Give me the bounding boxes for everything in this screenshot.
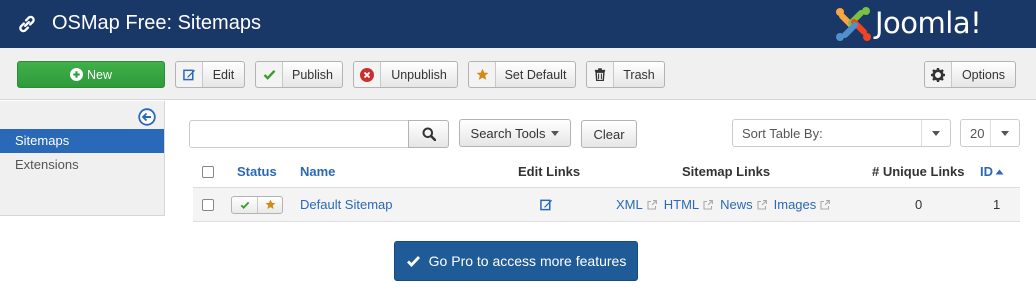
html-link-label: HTML [663, 197, 700, 212]
go-pro-button[interactable]: Go Pro to access more features [394, 241, 638, 281]
search-tools-label: Search Tools [470, 125, 546, 141]
check-icon [256, 62, 283, 87]
images-sitemap-link[interactable]: Images [774, 197, 831, 212]
link-icon [19, 15, 35, 33]
edit-button[interactable]: Edit [175, 61, 245, 88]
column-unique-links: # Unique Links [872, 164, 965, 179]
unique-links-count: 0 [915, 197, 923, 212]
xml-sitemap-link[interactable]: XML [616, 197, 657, 212]
toolbar: New Edit Publish Unpublish Set Default T… [0, 48, 1036, 100]
set-default-button[interactable]: Set Default [468, 61, 576, 88]
external-link-icon [703, 199, 714, 210]
options-button[interactable]: Options [924, 61, 1016, 88]
search-button[interactable] [408, 120, 449, 148]
trash-button[interactable]: Trash [586, 61, 665, 88]
collapse-sidebar-icon[interactable] [138, 108, 156, 126]
unpublish-button[interactable]: Unpublish [353, 61, 458, 88]
joomla-logo: Joomla! [833, 4, 1023, 44]
clear-button[interactable]: Clear [581, 120, 637, 148]
column-name[interactable]: Name [300, 156, 335, 187]
new-button-label: New [86, 67, 112, 82]
options-button-label: Options [961, 67, 1006, 82]
column-id-label: ID [980, 164, 993, 179]
limit-select-value: 20 [970, 126, 985, 141]
star-icon [469, 62, 496, 87]
row-checkbox[interactable] [202, 188, 214, 221]
joomla-logo-text: Joomla! [875, 6, 982, 40]
edit-icon [540, 199, 553, 211]
status-buttons [231, 188, 283, 221]
sitemap-id: 1 [993, 197, 1001, 212]
sidebar-item-sitemaps[interactable]: Sitemaps [0, 129, 164, 153]
sort-select-value: Sort Table By: [742, 126, 823, 141]
select-all-checkbox[interactable] [202, 156, 214, 187]
trash-button-label: Trash [623, 67, 655, 82]
published-toggle[interactable] [232, 197, 257, 213]
external-link-icon [820, 199, 831, 210]
sitemap-name-link[interactable]: Default Sitemap [300, 188, 393, 221]
unpublish-button-label: Unpublish [391, 67, 447, 82]
external-link-icon [757, 199, 767, 210]
search-icon [422, 127, 436, 141]
external-link-icon [647, 199, 657, 210]
xml-link-label: XML [616, 197, 643, 212]
new-button[interactable]: New [17, 61, 165, 88]
table-header: Status Name Edit Links Sitemap Links # U… [193, 156, 1020, 188]
limit-select[interactable]: 20 [960, 119, 1020, 147]
column-edit-links: Edit Links [518, 164, 581, 179]
go-pro-label: Go Pro to access more features [428, 253, 627, 269]
gear-icon [925, 62, 952, 87]
caret-down-icon [1001, 130, 1009, 136]
caret-down-icon [551, 130, 560, 136]
check-icon [240, 201, 249, 209]
sidebar-item-extensions[interactable]: Extensions [0, 153, 164, 177]
check-icon [406, 256, 420, 267]
sort-asc-icon [995, 169, 1004, 174]
news-link-label: News [720, 197, 753, 212]
trash-icon [587, 62, 614, 87]
sitemap-links: XML HTML News Images [616, 188, 837, 221]
caret-down-icon [932, 130, 940, 136]
set-default-button-label: Set Default [504, 67, 567, 82]
joomla-logo-icon [836, 7, 871, 41]
page-title: OSMap Free: Sitemaps [52, 12, 261, 34]
plus-circle-icon [69, 68, 83, 81]
publish-button-label: Publish [292, 67, 333, 82]
sort-select[interactable]: Sort Table By: [732, 119, 951, 147]
table-row: Default Sitemap XML HTML News Images 0 1 [193, 188, 1020, 222]
clear-button-label: Clear [593, 126, 625, 142]
edit-button-label: Edit [212, 67, 235, 82]
edit-links-button[interactable] [540, 188, 553, 221]
search-input[interactable] [189, 120, 409, 148]
column-sitemap-links: Sitemap Links [682, 164, 771, 179]
admin-header: OSMap Free: Sitemaps Joomla! [0, 0, 1036, 48]
images-link-label: Images [773, 197, 817, 212]
star-icon [264, 199, 276, 210]
edit-icon [176, 62, 203, 87]
times-circle-icon [354, 62, 381, 87]
html-sitemap-link[interactable]: HTML [663, 197, 714, 212]
sidebar: Sitemaps Extensions [0, 101, 165, 216]
search-tools-button[interactable]: Search Tools [459, 119, 571, 147]
column-id[interactable]: ID [980, 156, 1004, 187]
default-toggle[interactable] [257, 196, 282, 213]
publish-button[interactable]: Publish [255, 61, 343, 88]
news-sitemap-link[interactable]: News [720, 197, 767, 212]
column-status[interactable]: Status [237, 156, 277, 187]
